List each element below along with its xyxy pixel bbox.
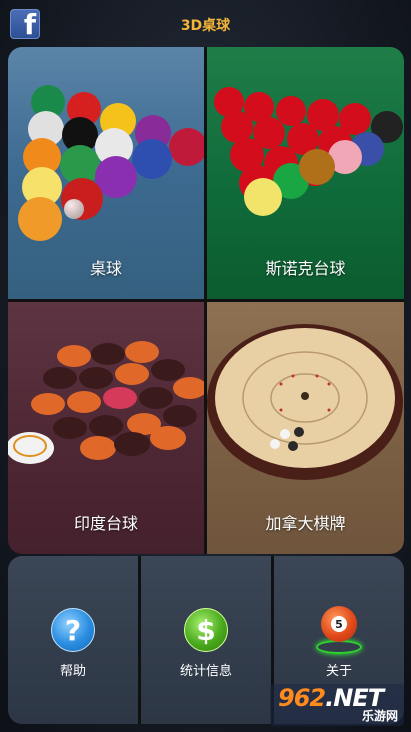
tile-carrom[interactable]: 印度台球 bbox=[8, 302, 204, 554]
app-title: 3D桌球 bbox=[180, 18, 231, 34]
stats-button[interactable]: $ 统计信息 bbox=[141, 556, 271, 724]
snooker-balls-image bbox=[214, 87, 403, 216]
tile-snooker[interactable]: 斯诺克台球 bbox=[207, 47, 404, 299]
tile-label-crokinole: 加拿大棋牌 bbox=[265, 514, 346, 533]
game-grid: 桌球 斯诺克台球 印度台球 加拿大棋牌 bbox=[8, 47, 404, 554]
help-button[interactable]: ? 帮助 bbox=[8, 556, 138, 724]
watermark-sub: 乐游网 bbox=[361, 709, 398, 723]
help-icon: ? bbox=[51, 608, 95, 652]
crokinole-board-image bbox=[207, 324, 403, 480]
tile-label-carrom: 印度台球 bbox=[73, 514, 138, 533]
ball-icon: 5 bbox=[321, 606, 357, 642]
watermark-number: 962 bbox=[278, 684, 326, 712]
glow-ring-icon bbox=[316, 640, 362, 654]
help-label: 帮助 bbox=[59, 664, 86, 679]
tile-label-pool: 桌球 bbox=[89, 259, 122, 278]
pool-balls-image bbox=[18, 85, 204, 241]
tile-label-snooker: 斯诺克台球 bbox=[265, 259, 346, 278]
tile-crokinole[interactable]: 加拿大棋牌 bbox=[207, 302, 404, 554]
watermark-logo: 962.NET 乐游网 bbox=[270, 684, 404, 726]
carrom-pieces-image bbox=[8, 341, 204, 464]
dollar-icon: $ bbox=[184, 608, 228, 652]
about-label: 关于 bbox=[325, 664, 352, 679]
stats-label: 统计信息 bbox=[179, 664, 232, 679]
tile-pool[interactable]: 桌球 bbox=[8, 47, 204, 299]
ball-number: 5 bbox=[331, 616, 347, 632]
top-bar: f 3D桌球 bbox=[0, 0, 411, 48]
